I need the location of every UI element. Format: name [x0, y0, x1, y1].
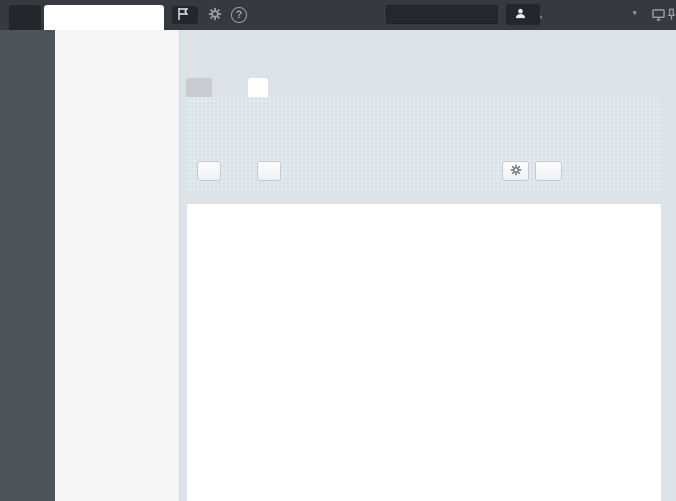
topbar-settings-icon[interactable] — [207, 7, 223, 23]
language-selector[interactable]: ▾ — [633, 9, 637, 20]
cancel-button[interactable] — [257, 161, 281, 181]
traffic-chart — [187, 240, 663, 501]
page-title-row — [188, 47, 195, 70]
filter-tab[interactable] — [186, 78, 212, 97]
site-tab[interactable] — [9, 5, 41, 30]
main-nav — [0, 30, 55, 501]
filter-add-button[interactable] — [535, 161, 562, 181]
filter-settings-button[interactable] — [502, 161, 529, 181]
admin-tab[interactable] — [44, 5, 164, 30]
pin-icon[interactable] — [668, 8, 675, 26]
build-button[interactable] — [197, 161, 221, 181]
filter-tabrow — [186, 78, 662, 97]
chart-panel — [186, 203, 662, 501]
desktop-mode-icon[interactable] — [652, 8, 665, 26]
notifications-button[interactable] — [172, 6, 198, 24]
add-filter-tab[interactable] — [248, 78, 268, 97]
topbar: ? ▾ — [0, 0, 676, 30]
analytics-sidebar — [55, 30, 180, 501]
search-box — [386, 5, 498, 24]
sidebar-title — [55, 30, 179, 50]
user-icon — [515, 8, 526, 22]
chevron-down-icon: ▾ — [633, 10, 637, 17]
filter-panel — [186, 97, 662, 192]
user-button[interactable] — [506, 4, 540, 25]
flag-icon — [178, 8, 188, 23]
help-icon[interactable]: ? — [231, 7, 247, 23]
